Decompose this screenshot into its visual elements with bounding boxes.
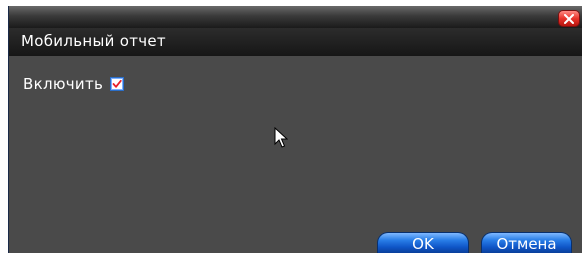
mobile-report-dialog: Мобильный отчет Включить OK Отмена (8, 6, 582, 253)
enable-checkbox[interactable] (110, 77, 125, 91)
dialog-title: Мобильный отчет (21, 32, 166, 50)
cancel-button[interactable]: Отмена (481, 232, 572, 253)
mouse-cursor-icon (274, 126, 289, 153)
close-button[interactable] (558, 10, 580, 27)
window-titlebar[interactable] (9, 6, 582, 28)
enable-row: Включить (23, 74, 125, 94)
dialog-header: Мобильный отчет (9, 28, 582, 56)
close-icon (564, 14, 574, 24)
ok-button[interactable]: OK (377, 232, 469, 253)
enable-label: Включить (23, 75, 104, 93)
checkmark-icon (112, 79, 122, 88)
